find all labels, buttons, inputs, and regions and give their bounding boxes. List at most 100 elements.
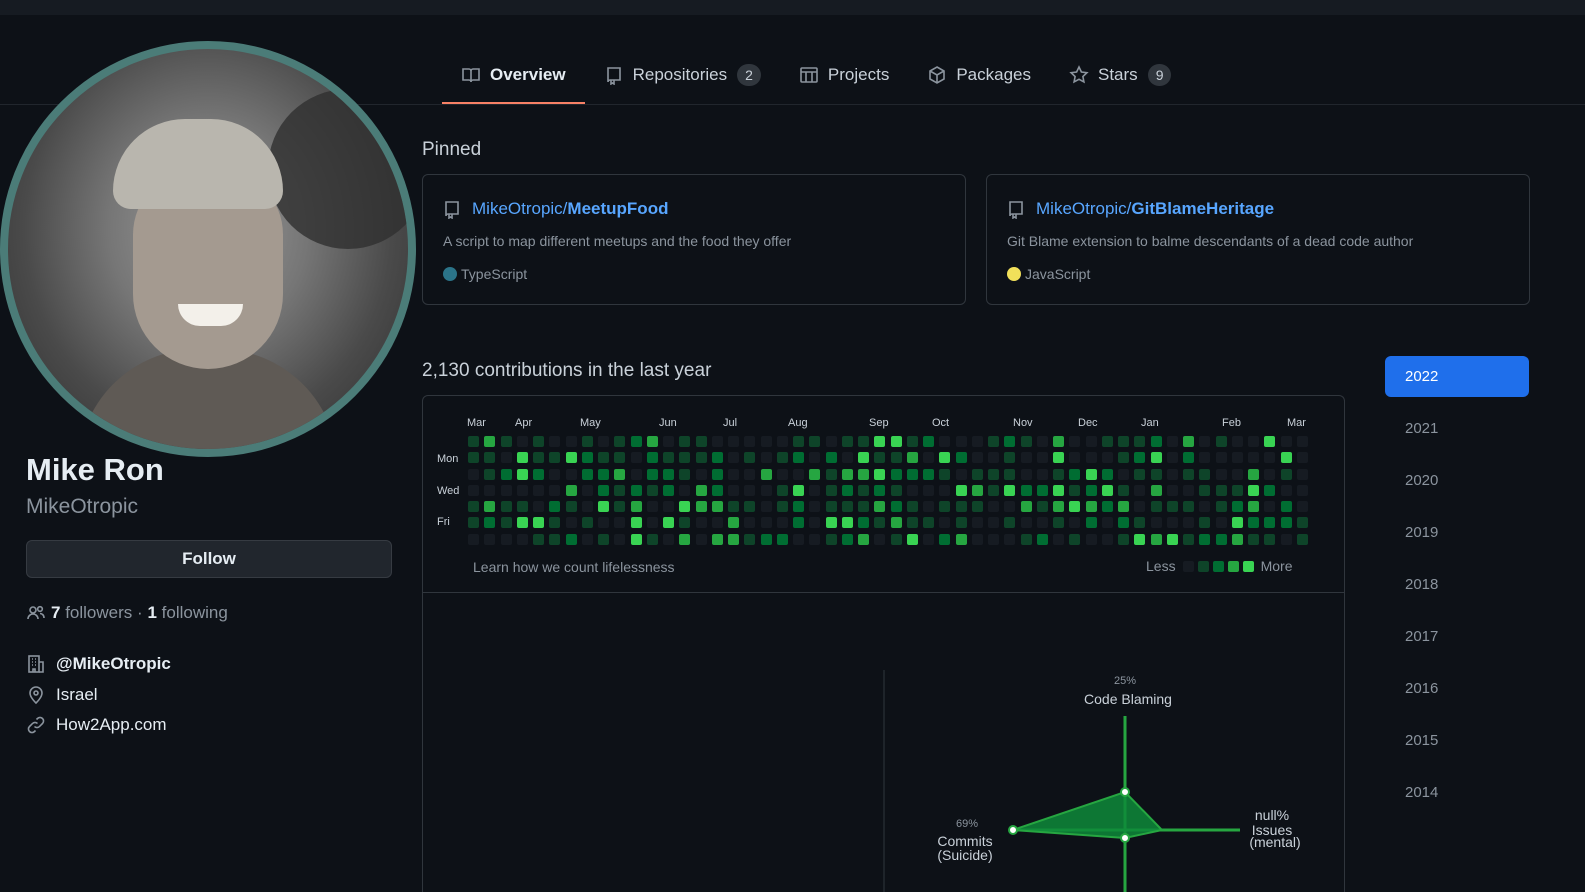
year-link[interactable]: 2016 bbox=[1385, 668, 1529, 709]
contribution-cell[interactable] bbox=[842, 452, 853, 463]
contribution-cell[interactable] bbox=[793, 436, 804, 447]
contribution-cell[interactable] bbox=[533, 436, 544, 447]
contribution-cell[interactable] bbox=[566, 485, 577, 496]
contribution-cell[interactable] bbox=[1134, 517, 1145, 528]
contribution-cell[interactable] bbox=[777, 452, 788, 463]
contribution-cell[interactable] bbox=[939, 517, 950, 528]
contribution-cell[interactable] bbox=[1102, 452, 1113, 463]
contribution-cell[interactable] bbox=[517, 452, 528, 463]
contribution-cell[interactable] bbox=[907, 501, 918, 512]
contribution-cell[interactable] bbox=[1053, 534, 1064, 545]
contribution-cell[interactable] bbox=[533, 534, 544, 545]
contribution-cell[interactable] bbox=[1086, 485, 1097, 496]
contribution-cell[interactable] bbox=[1281, 436, 1292, 447]
contribution-cell[interactable] bbox=[501, 501, 512, 512]
contribution-cell[interactable] bbox=[712, 436, 723, 447]
contribution-cell[interactable] bbox=[468, 436, 479, 447]
contribution-cell[interactable] bbox=[1199, 469, 1210, 480]
contribution-cell[interactable] bbox=[598, 469, 609, 480]
contribution-cell[interactable] bbox=[679, 534, 690, 545]
contribution-cell[interactable] bbox=[874, 436, 885, 447]
contribution-cell[interactable] bbox=[1069, 436, 1080, 447]
contribution-cell[interactable] bbox=[1134, 534, 1145, 545]
contribution-cell[interactable] bbox=[777, 485, 788, 496]
contribution-cell[interactable] bbox=[777, 501, 788, 512]
contribution-cell[interactable] bbox=[1118, 469, 1129, 480]
contribution-cell[interactable] bbox=[1118, 534, 1129, 545]
contribution-cell[interactable] bbox=[1151, 452, 1162, 463]
contribution-cell[interactable] bbox=[696, 452, 707, 463]
contribution-cell[interactable] bbox=[468, 485, 479, 496]
year-link[interactable]: 2017 bbox=[1385, 616, 1529, 657]
contribution-cell[interactable] bbox=[468, 534, 479, 545]
contribution-cell[interactable] bbox=[891, 534, 902, 545]
contribution-cell[interactable] bbox=[631, 517, 642, 528]
contribution-cell[interactable] bbox=[874, 501, 885, 512]
contribution-cell[interactable] bbox=[647, 452, 658, 463]
contribution-cell[interactable] bbox=[631, 469, 642, 480]
contribution-cell[interactable] bbox=[1053, 452, 1064, 463]
contribution-cell[interactable] bbox=[598, 452, 609, 463]
contribution-cell[interactable] bbox=[842, 485, 853, 496]
contribution-cell[interactable] bbox=[501, 517, 512, 528]
contribution-cell[interactable] bbox=[549, 452, 560, 463]
contribution-cell[interactable] bbox=[907, 469, 918, 480]
following-count[interactable]: 1 bbox=[147, 603, 156, 623]
contribution-cell[interactable] bbox=[842, 436, 853, 447]
contribution-cell[interactable] bbox=[1281, 485, 1292, 496]
contribution-cell[interactable] bbox=[549, 436, 560, 447]
contribution-cell[interactable] bbox=[1216, 501, 1227, 512]
contribution-cell[interactable] bbox=[1167, 517, 1178, 528]
contribution-cell[interactable] bbox=[566, 469, 577, 480]
contribution-cell[interactable] bbox=[598, 534, 609, 545]
contribution-cell[interactable] bbox=[1232, 436, 1243, 447]
contribution-cell[interactable] bbox=[598, 485, 609, 496]
contribution-cell[interactable] bbox=[826, 469, 837, 480]
tab-packages[interactable]: Packages bbox=[908, 50, 1050, 100]
contribution-cell[interactable] bbox=[1037, 469, 1048, 480]
contribution-cell[interactable] bbox=[923, 517, 934, 528]
contribution-cell[interactable] bbox=[647, 469, 658, 480]
contribution-cell[interactable] bbox=[631, 436, 642, 447]
contribution-cell[interactable] bbox=[663, 436, 674, 447]
contribution-cell[interactable] bbox=[631, 501, 642, 512]
contribution-cell[interactable] bbox=[1232, 501, 1243, 512]
contribution-cell[interactable] bbox=[1037, 452, 1048, 463]
contribution-cell[interactable] bbox=[614, 452, 625, 463]
contribution-cell[interactable] bbox=[744, 469, 755, 480]
contribution-cell[interactable] bbox=[1183, 436, 1194, 447]
contribution-cell[interactable] bbox=[1167, 436, 1178, 447]
contribution-cell[interactable] bbox=[631, 452, 642, 463]
contribution-cell[interactable] bbox=[858, 534, 869, 545]
tab-projects[interactable]: Projects bbox=[780, 50, 908, 100]
contribution-cell[interactable] bbox=[614, 469, 625, 480]
contribution-cell[interactable] bbox=[1248, 485, 1259, 496]
learn-contributions-link[interactable]: Learn how we count lifelessness bbox=[473, 559, 675, 575]
year-link[interactable]: 2021 bbox=[1385, 408, 1529, 449]
contribution-cell[interactable] bbox=[809, 469, 820, 480]
contribution-cell[interactable] bbox=[501, 469, 512, 480]
contribution-cell[interactable] bbox=[1264, 469, 1275, 480]
contribution-cell[interactable] bbox=[1053, 501, 1064, 512]
contribution-cell[interactable] bbox=[907, 517, 918, 528]
contribution-cell[interactable] bbox=[484, 534, 495, 545]
contribution-cell[interactable] bbox=[1004, 436, 1015, 447]
year-link[interactable]: 2018 bbox=[1385, 564, 1529, 605]
contribution-cell[interactable] bbox=[1264, 517, 1275, 528]
contribution-cell[interactable] bbox=[1151, 501, 1162, 512]
contribution-cell[interactable] bbox=[1037, 485, 1048, 496]
contribution-cell[interactable] bbox=[533, 517, 544, 528]
contribution-cell[interactable] bbox=[842, 469, 853, 480]
contribution-cell[interactable] bbox=[1021, 485, 1032, 496]
contribution-cell[interactable] bbox=[777, 436, 788, 447]
contribution-cell[interactable] bbox=[858, 517, 869, 528]
contribution-cell[interactable] bbox=[1183, 452, 1194, 463]
contribution-cell[interactable] bbox=[1004, 469, 1015, 480]
follow-button[interactable]: Follow bbox=[26, 540, 392, 578]
contribution-cell[interactable] bbox=[679, 436, 690, 447]
tab-stars[interactable]: Stars 9 bbox=[1050, 50, 1190, 100]
contribution-cell[interactable] bbox=[679, 501, 690, 512]
contribution-cell[interactable] bbox=[1232, 534, 1243, 545]
following-label[interactable]: following bbox=[162, 603, 228, 623]
contribution-cell[interactable] bbox=[1102, 534, 1113, 545]
